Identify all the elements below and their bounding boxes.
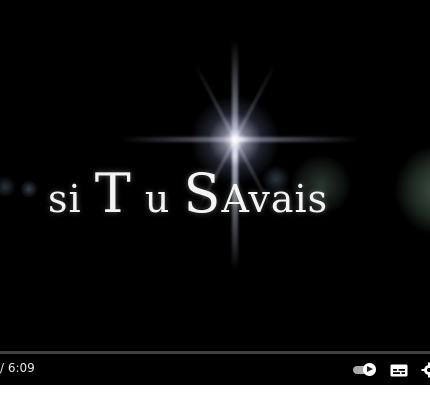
title-part: S xyxy=(183,162,222,225)
title-part: si xyxy=(48,177,82,221)
progress-bar[interactable] xyxy=(0,351,430,354)
title-part: u xyxy=(144,177,171,221)
title-part: T xyxy=(94,162,132,225)
bokeh-light xyxy=(0,176,16,198)
autoplay-knob xyxy=(363,363,376,376)
page-below-player xyxy=(0,385,430,420)
title-part: Avais xyxy=(221,177,329,221)
video-player[interactable]: si T u SAvais / 6:09 xyxy=(0,0,430,385)
player-controls: / 6:09 xyxy=(0,355,430,385)
video-title-overlay: si T u SAvais xyxy=(48,162,328,225)
autoplay-toggle-icon[interactable] xyxy=(353,363,376,376)
time-display: / 6:09 xyxy=(0,361,35,375)
bokeh-light xyxy=(20,180,38,198)
bokeh-light xyxy=(395,145,430,235)
gear-icon[interactable] xyxy=(421,362,430,378)
subtitles-icon[interactable] xyxy=(390,364,408,377)
